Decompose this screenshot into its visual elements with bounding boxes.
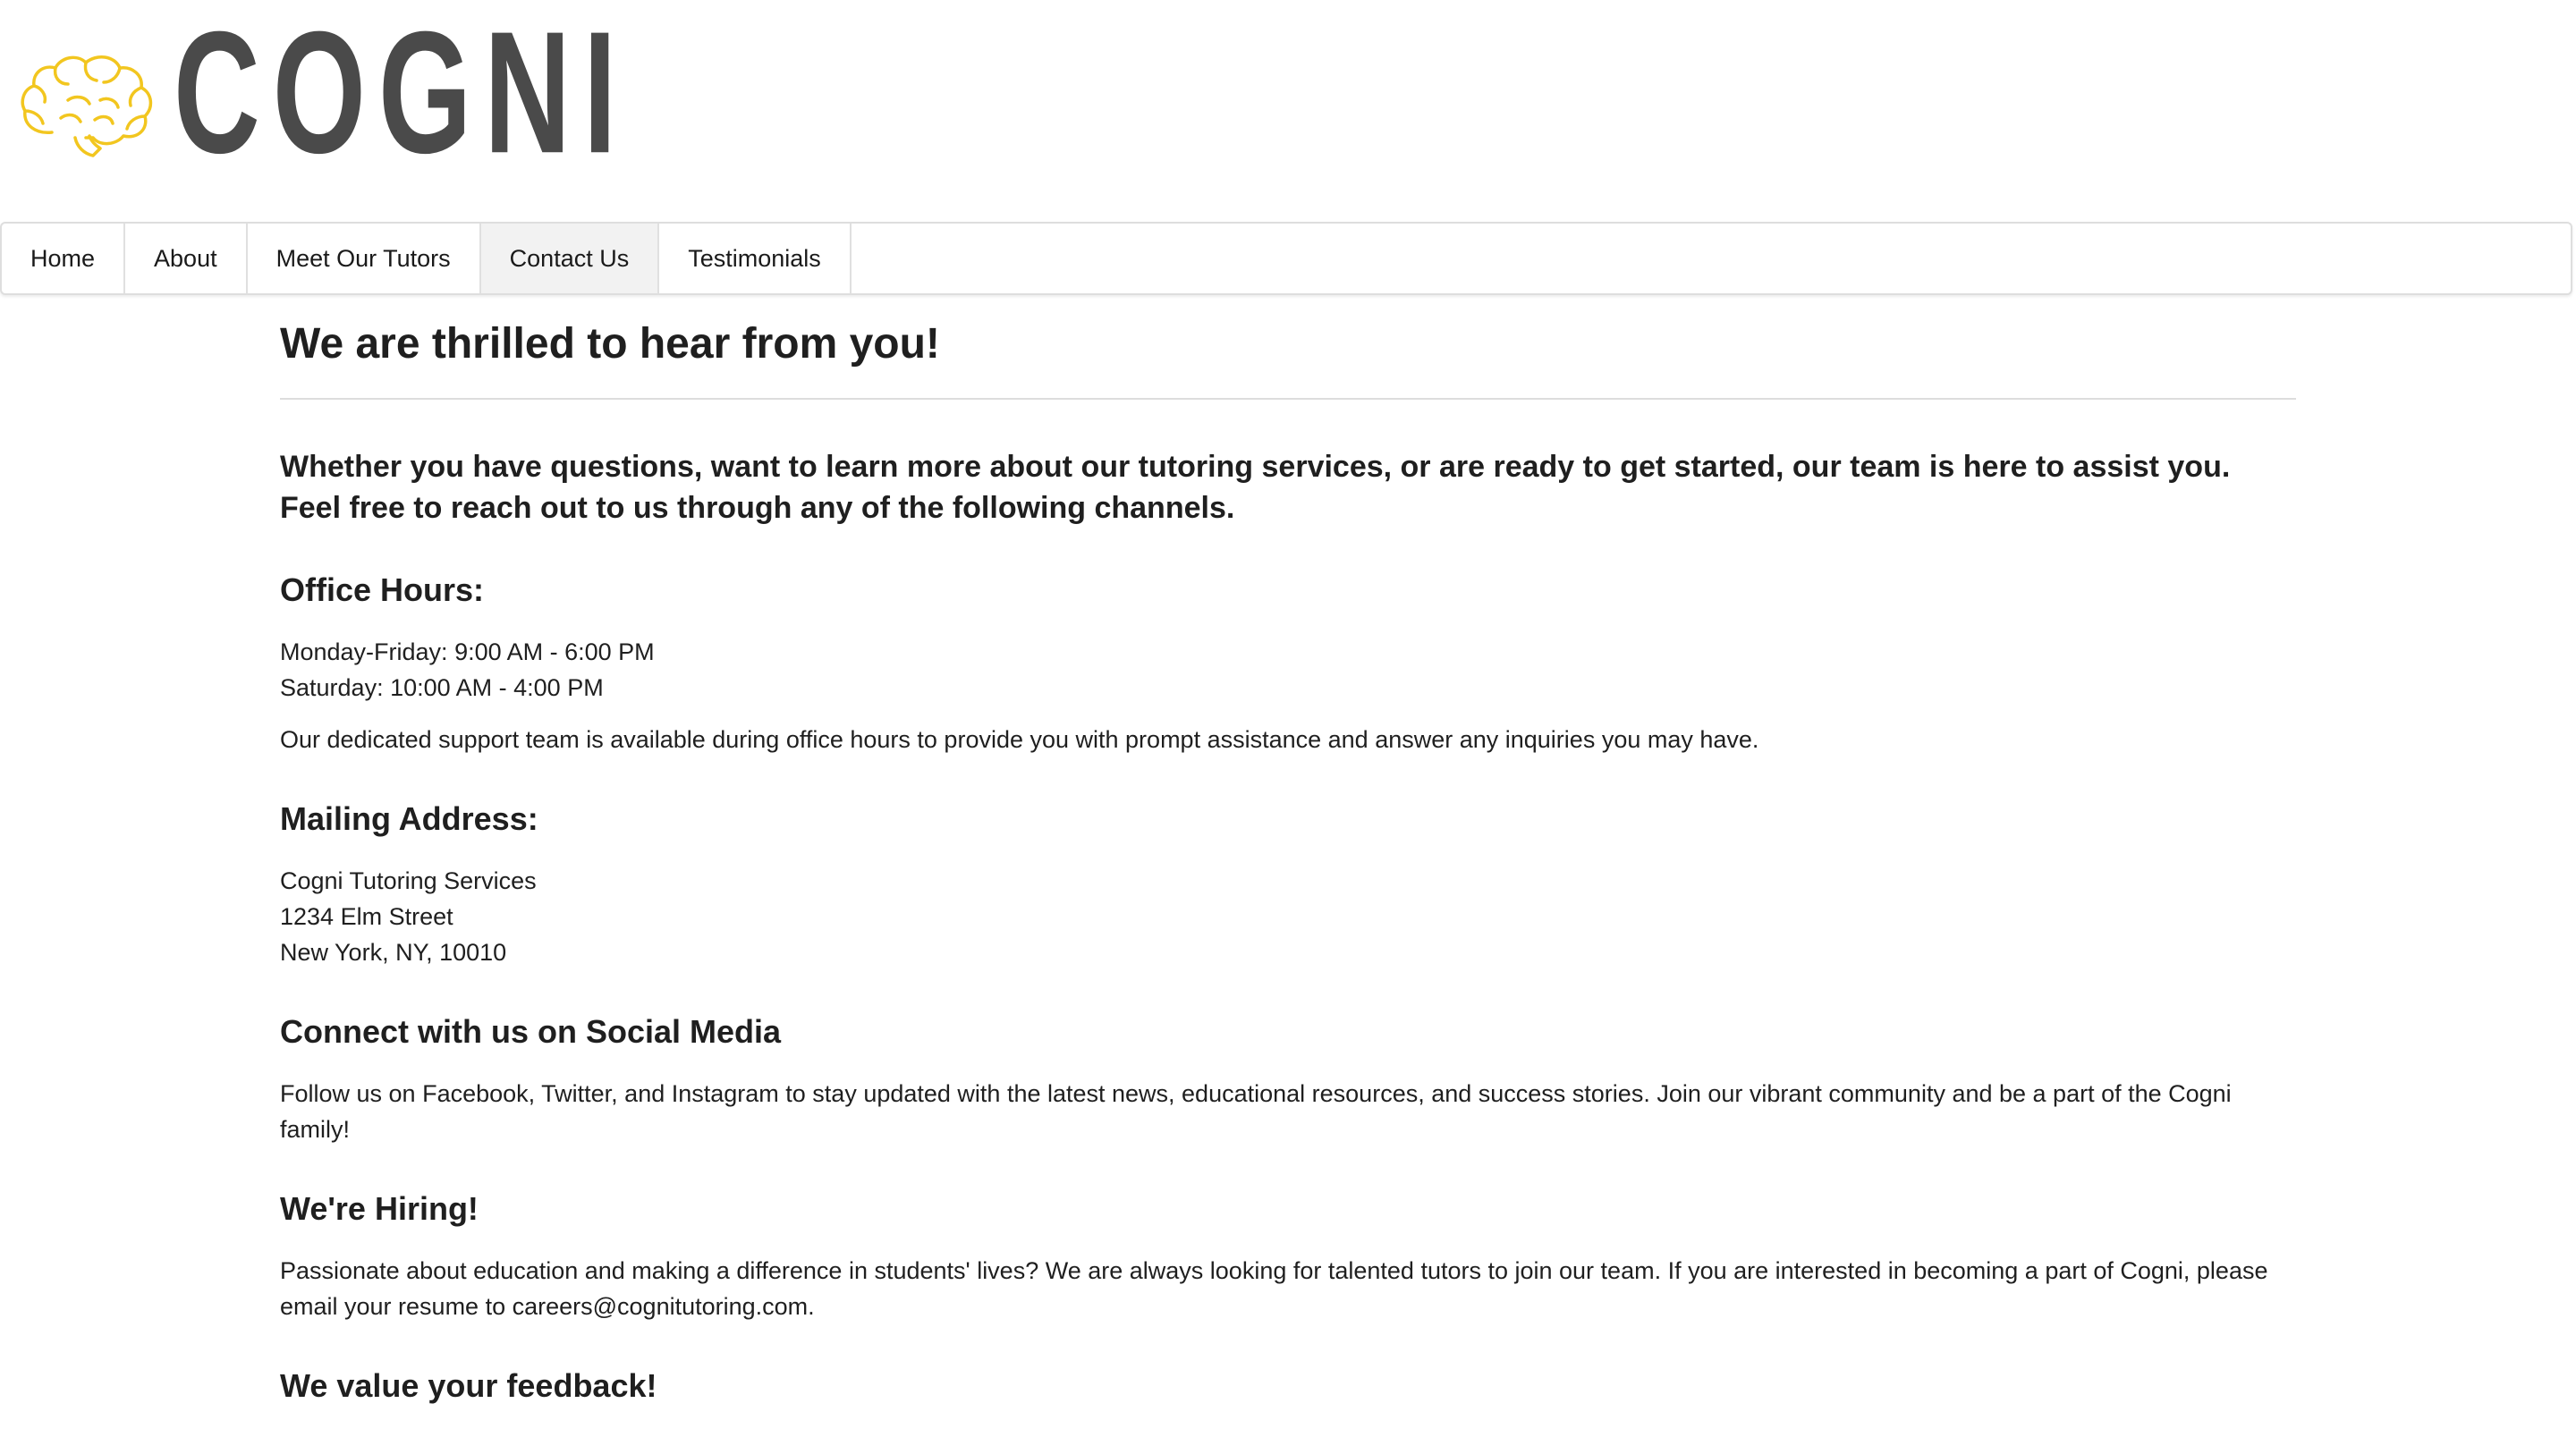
site-header: COGNI [0, 0, 2576, 222]
page-title: We are thrilled to hear from you! [280, 320, 940, 368]
office-hours-note: Our dedicated support team is available … [280, 726, 1759, 753]
social-media-heading: Connect with us on Social Media [280, 1013, 782, 1050]
nav-contact-us[interactable]: Contact Us [480, 224, 660, 293]
social-media-text: Follow us on Facebook, Twitter, and Inst… [280, 1080, 2232, 1143]
mailing-address-line1: Cogni Tutoring Services [280, 867, 537, 894]
nav-home[interactable]: Home [2, 224, 126, 293]
main-navigation: Home About Meet Our Tutors Contact Us Te… [0, 222, 2572, 295]
office-hours-weekday: Monday-Friday: 9:00 AM - 6:00 PM [280, 638, 655, 665]
mailing-address-line3: New York, NY, 10010 [280, 939, 507, 966]
hiring-text: Passionate about education and making a … [280, 1257, 2268, 1320]
main-content: We are thrilled to hear from you! Whethe… [280, 295, 2296, 1407]
intro-text: Whether you have questions, want to lear… [280, 450, 2231, 525]
title-divider [280, 398, 2296, 400]
office-hours-heading: Office Hours: [280, 571, 485, 608]
nav-about[interactable]: About [125, 224, 248, 293]
mailing-address: Cogni Tutoring Services 1234 Elm Street … [280, 863, 2296, 970]
brand-wordmark[interactable]: COGNI [174, 0, 629, 217]
office-hours-times: Monday-Friday: 9:00 AM - 6:00 PM Saturda… [280, 634, 2296, 706]
hiring-heading: We're Hiring! [280, 1190, 479, 1227]
brain-icon[interactable] [18, 46, 156, 161]
feedback-heading: We value your feedback! [280, 1367, 657, 1404]
mailing-address-heading: Mailing Address: [280, 800, 538, 837]
office-hours-saturday: Saturday: 10:00 AM - 4:00 PM [280, 674, 604, 701]
mailing-address-line2: 1234 Elm Street [280, 903, 453, 930]
nav-meet-our-tutors[interactable]: Meet Our Tutors [248, 224, 481, 293]
nav-testimonials[interactable]: Testimonials [659, 224, 852, 293]
